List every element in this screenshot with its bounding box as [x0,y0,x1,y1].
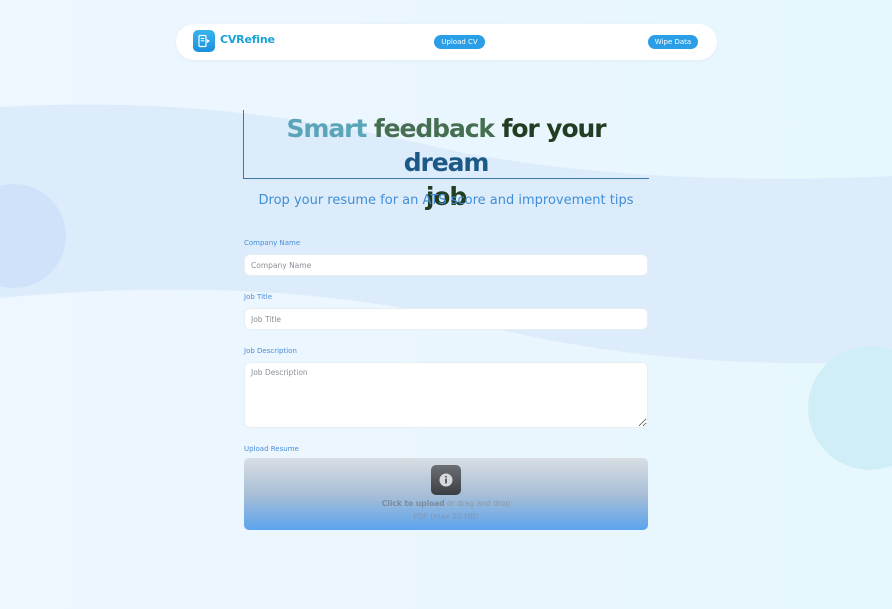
hero-subtitle: Drop your resume for an ATS score and im… [258,193,634,208]
title-word-feedback: feedback [373,114,495,143]
brand-name[interactable]: CVRefine [220,33,275,46]
info-icon[interactable] [431,465,461,495]
company-name-input[interactable] [244,254,648,276]
wipe-data-button[interactable]: Wipe Data [648,35,698,49]
title-word-for-your: for your [501,114,607,143]
drag-drop-text: or drag and drop [444,499,511,508]
resume-dropzone[interactable]: Click to upload or drag and drop PDF (ma… [244,458,648,530]
upload-cv-button[interactable]: Upload CV [434,35,485,49]
title-word-dream: dream [403,148,490,177]
job-description-textarea[interactable] [244,362,648,428]
title-word-smart: Smart [286,114,368,143]
document-icon[interactable] [193,30,215,52]
file-size-hint: PDF (max 20 MB) [413,512,479,521]
dropzone-instruction: Click to upload or drag and drop [244,499,648,508]
navbar: CVRefine Upload CV Wipe Data [176,24,717,60]
upload-resume-label: Upload Resume [244,445,299,453]
company-name-label: Company Name [244,239,301,247]
click-to-upload-link[interactable]: Click to upload [382,499,445,508]
job-title-label: Job Title [244,293,273,301]
job-description-label: Job Description [244,347,297,355]
job-title-input[interactable] [244,308,648,330]
